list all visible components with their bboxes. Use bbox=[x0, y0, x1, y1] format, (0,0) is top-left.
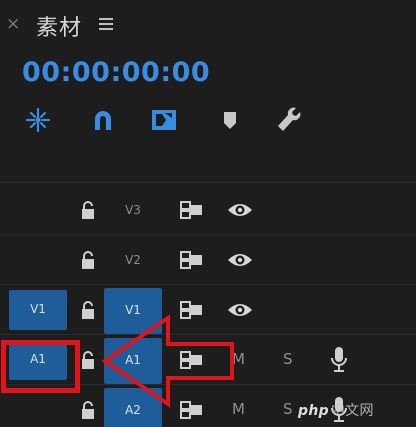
site-watermark: php 中文网 bbox=[298, 400, 374, 420]
sync-lock-icon[interactable] bbox=[180, 349, 204, 371]
settings-wrench-icon[interactable] bbox=[276, 106, 304, 134]
track-target-a1[interactable]: A1 bbox=[104, 338, 162, 384]
sync-lock-icon[interactable] bbox=[180, 399, 204, 421]
lock-icon[interactable] bbox=[79, 350, 97, 370]
eye-icon[interactable] bbox=[227, 300, 253, 320]
panel-menu-icon[interactable] bbox=[99, 18, 113, 30]
lock-icon[interactable] bbox=[79, 200, 97, 220]
track-target-v3[interactable]: V3 bbox=[104, 188, 162, 234]
lock-icon[interactable] bbox=[79, 300, 97, 320]
insert-nest-icon[interactable] bbox=[24, 106, 52, 134]
track-label: V3 bbox=[125, 203, 141, 217]
track-headers: V3 V2 V1 V1 A1 A1 M S A2 M S bbox=[0, 182, 416, 427]
source-patch-label: V1 bbox=[30, 302, 46, 316]
eye-icon[interactable] bbox=[227, 200, 253, 220]
add-marker-icon[interactable] bbox=[216, 106, 244, 134]
solo-button[interactable]: S bbox=[283, 350, 293, 368]
track-row-a1: A1 A1 M S bbox=[0, 336, 416, 385]
snap-magnet-icon[interactable] bbox=[89, 106, 117, 134]
track-label: V2 bbox=[125, 253, 141, 267]
watermark-site: 中文网 bbox=[330, 403, 374, 419]
watermark-brand: php bbox=[298, 403, 329, 419]
track-row-v3: V3 bbox=[0, 186, 416, 235]
lock-icon[interactable] bbox=[79, 250, 97, 270]
track-target-v1[interactable]: V1 bbox=[104, 288, 162, 334]
panel-header: × 素材 bbox=[0, 0, 416, 54]
sync-lock-icon[interactable] bbox=[180, 249, 204, 271]
track-label: V1 bbox=[125, 303, 141, 317]
panel-title: 素材 bbox=[36, 16, 83, 41]
sync-lock-icon[interactable] bbox=[180, 199, 204, 221]
mute-button[interactable]: M bbox=[232, 400, 245, 418]
source-patch-v1[interactable]: V1 bbox=[9, 290, 67, 330]
track-label: A1 bbox=[125, 353, 141, 367]
sync-lock-icon[interactable] bbox=[180, 299, 204, 321]
source-patch-label: A1 bbox=[30, 352, 46, 366]
lock-icon[interactable] bbox=[79, 400, 97, 420]
microphone-icon[interactable] bbox=[329, 346, 349, 374]
source-patch-a1[interactable]: A1 bbox=[9, 340, 67, 380]
track-row-v1: V1 V1 bbox=[0, 286, 416, 335]
track-label: A2 bbox=[125, 403, 141, 417]
track-row-v2: V2 bbox=[0, 236, 416, 285]
playhead-timecode[interactable]: 00:00:00:00 bbox=[22, 57, 210, 88]
eye-icon[interactable] bbox=[227, 250, 253, 270]
track-target-a2[interactable]: A2 bbox=[104, 388, 162, 427]
close-panel-button[interactable]: × bbox=[6, 14, 20, 34]
solo-button[interactable]: S bbox=[283, 400, 293, 418]
mute-button[interactable]: M bbox=[232, 350, 245, 368]
track-target-v2[interactable]: V2 bbox=[104, 238, 162, 284]
linked-selection-icon[interactable] bbox=[150, 106, 178, 134]
